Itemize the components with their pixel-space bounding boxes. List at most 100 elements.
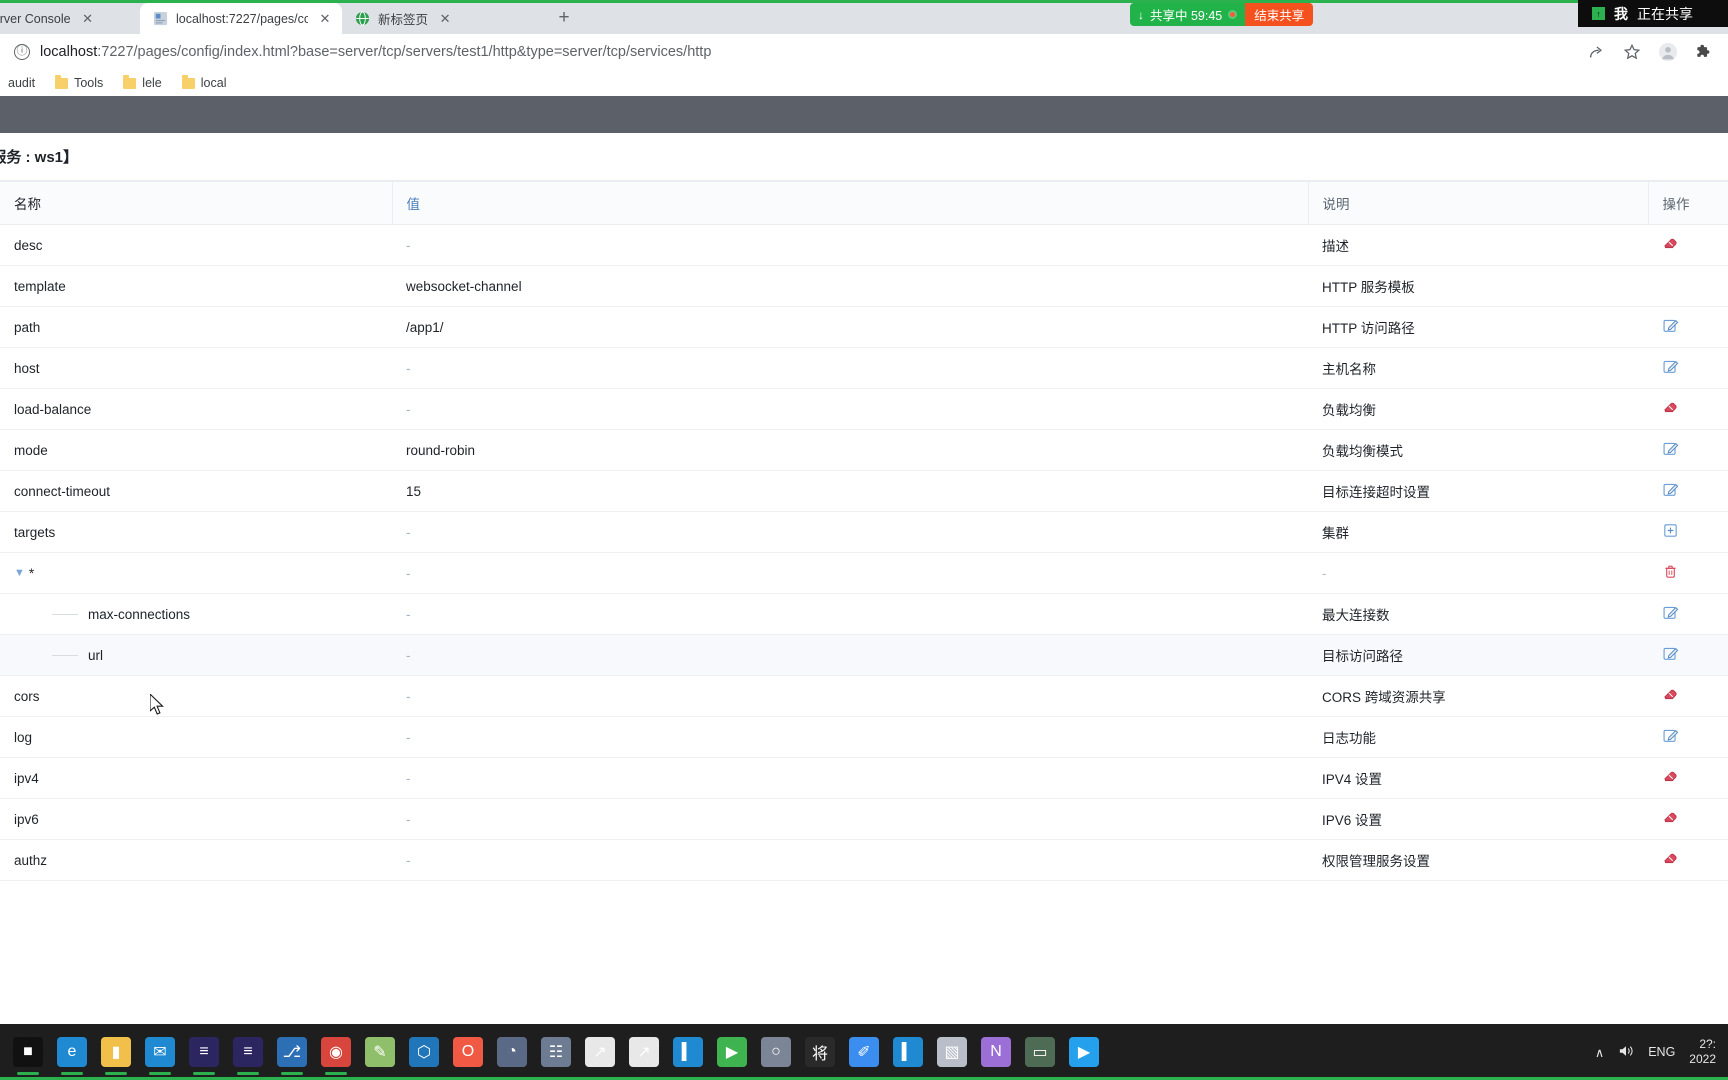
remote-desktop-icon[interactable]: ⎇ [270,1028,314,1076]
store-icon[interactable]: ▧ [930,1028,974,1076]
browser-tab-3[interactable]: 新标签页 ✕ [342,3,544,34]
cell-value[interactable]: 15 [392,470,1308,512]
table-row[interactable]: load-balance - 负载均衡 [0,388,1728,430]
file-explorer-icon[interactable]: ▮ [94,1028,138,1076]
erase-icon[interactable] [1662,768,1679,785]
edge-icon[interactable]: e [50,1028,94,1076]
cell-value[interactable]: /app1/ [392,306,1308,348]
new-tab-button[interactable]: + [550,4,578,32]
table-row[interactable]: desc - 描述 [0,224,1728,266]
navicat2-icon[interactable]: ↗ [622,1028,666,1076]
column-header-name[interactable]: 名称 [0,181,392,225]
vscode-icon[interactable]: ⬡ [402,1028,446,1076]
meeting-icon[interactable]: ▶ [1062,1028,1106,1076]
profile-avatar-icon[interactable] [1658,42,1678,62]
table-row[interactable]: max-connections - 最大连接数 [0,593,1728,635]
notepad-icon[interactable]: ✎ [358,1028,402,1076]
cell-value[interactable]: - [392,593,1308,635]
book2-icon[interactable]: ▍ [886,1028,930,1076]
add-box-icon[interactable] [1662,522,1679,539]
column-header-op[interactable]: 操作 [1647,181,1728,225]
terminal-icon[interactable]: ▭ [1018,1028,1062,1076]
wireshark-icon[interactable]: ◔ [490,1028,534,1076]
cell-value[interactable]: - [392,347,1308,389]
nvidia-icon[interactable]: N [974,1028,1018,1076]
screen-share-status[interactable]: ↓ 共享中 59:45 [1130,3,1246,26]
chrome-icon[interactable]: ◉ [314,1028,358,1076]
table-row[interactable]: ipv4 - IPV4 设置 [0,757,1728,799]
table-row[interactable]: log - 日志功能 [0,716,1728,758]
cell-value[interactable]: - [392,798,1308,840]
cell-value[interactable]: - [392,388,1308,430]
tray-volume-icon[interactable] [1618,1044,1634,1061]
mahjong-icon[interactable]: 将 [798,1028,842,1076]
site-info-icon[interactable]: ⓘ [14,44,30,60]
edit-icon[interactable] [1662,440,1679,457]
cell-value[interactable]: - [392,839,1308,881]
cell-value[interactable]: - [392,552,1308,594]
edit-icon[interactable] [1662,645,1679,662]
table-row[interactable]: template websocket-channel HTTP 服务模板 [0,265,1728,307]
mail-icon[interactable]: ✉ [138,1028,182,1076]
table-row[interactable]: host - 主机名称 [0,347,1728,389]
extensions-puzzle-icon[interactable] [1694,42,1714,62]
table-row[interactable]: targets - 集群 [0,511,1728,553]
globe-app-icon[interactable]: ○ [754,1028,798,1076]
cell-value[interactable]: round-robin [392,429,1308,471]
bookmark-lele[interactable]: lele [115,73,169,93]
address-bar[interactable]: ⓘ localhost:7227/pages/config/index.html… [14,38,1578,66]
browser-tab-2-close-icon[interactable]: ✕ [316,10,334,28]
edit-icon[interactable] [1662,358,1679,375]
bookmark-star-icon[interactable] [1622,42,1642,62]
bookmark-local[interactable]: local [174,73,235,93]
everything-icon[interactable]: ≡ [182,1028,226,1076]
table-row[interactable]: ipv6 - IPV6 设置 [0,798,1728,840]
book-icon[interactable]: ▍ [666,1028,710,1076]
table-row[interactable]: url - 目标访问路径 [0,634,1728,676]
table-row[interactable]: mode round-robin 负载均衡模式 [0,429,1728,471]
browser-tab-1-close-icon[interactable]: ✕ [79,10,97,28]
chevron-down-icon[interactable]: ▼ [14,567,25,579]
bird-icon[interactable]: ✐ [842,1028,886,1076]
everything2-icon[interactable]: ≡ [226,1028,270,1076]
navicat-icon[interactable]: ↗ [578,1028,622,1076]
bookmark-audit[interactable]: audit [0,73,43,93]
erase-icon[interactable] [1662,850,1679,867]
column-header-desc[interactable]: 说明 [1307,181,1648,225]
opera-icon[interactable]: O [446,1028,490,1076]
erase-icon[interactable] [1662,809,1679,826]
cell-value[interactable]: - [392,675,1308,717]
table-row[interactable]: connect-timeout 15 目标连接超时设置 [0,470,1728,512]
cell-value[interactable]: - [392,634,1308,676]
taskview-icon[interactable]: ■ [6,1028,50,1076]
browser-tab-2[interactable]: localhost:7227/pages/config/i ✕ [140,3,342,34]
tray-language-label[interactable]: ENG [1648,1045,1675,1059]
cell-value[interactable]: websocket-channel [392,265,1308,307]
table-row[interactable]: ▼ * - - [0,552,1728,594]
erase-icon[interactable] [1662,399,1679,416]
stop-sharing-button[interactable]: 结束共享 [1245,3,1314,26]
edit-icon[interactable] [1662,727,1679,744]
player-icon[interactable]: ▶ [710,1028,754,1076]
browser-tab-3-close-icon[interactable]: ✕ [436,10,454,28]
browser-tab-1[interactable]: b Server Console ✕ [0,3,140,34]
sharing-indicator-badge[interactable]: ↑ 我 正在共享 [1578,0,1728,27]
erase-icon[interactable] [1662,235,1679,252]
calculator-icon[interactable]: ☷ [534,1028,578,1076]
column-header-value[interactable]: 值 [391,181,1308,225]
cell-value[interactable]: - [392,716,1308,758]
edit-icon[interactable] [1662,317,1679,334]
tray-clock[interactable]: 2?: 2022 [1689,1037,1716,1067]
cell-value[interactable]: - [392,757,1308,799]
cell-value[interactable]: - [392,224,1308,266]
bookmark-tools[interactable]: Tools [47,73,111,93]
cell-value[interactable]: - [392,511,1308,553]
trash-icon[interactable] [1662,563,1679,580]
edit-icon[interactable] [1662,481,1679,498]
table-row[interactable]: cors - CORS 跨域资源共享 [0,675,1728,717]
share-icon[interactable] [1586,42,1606,62]
table-row[interactable]: path/app1/HTTP 访问路径 [0,306,1728,348]
erase-icon[interactable] [1662,686,1679,703]
table-row[interactable]: authz - 权限管理服务设置 [0,839,1728,881]
tray-chevron-icon[interactable]: ∧ [1595,1045,1604,1060]
